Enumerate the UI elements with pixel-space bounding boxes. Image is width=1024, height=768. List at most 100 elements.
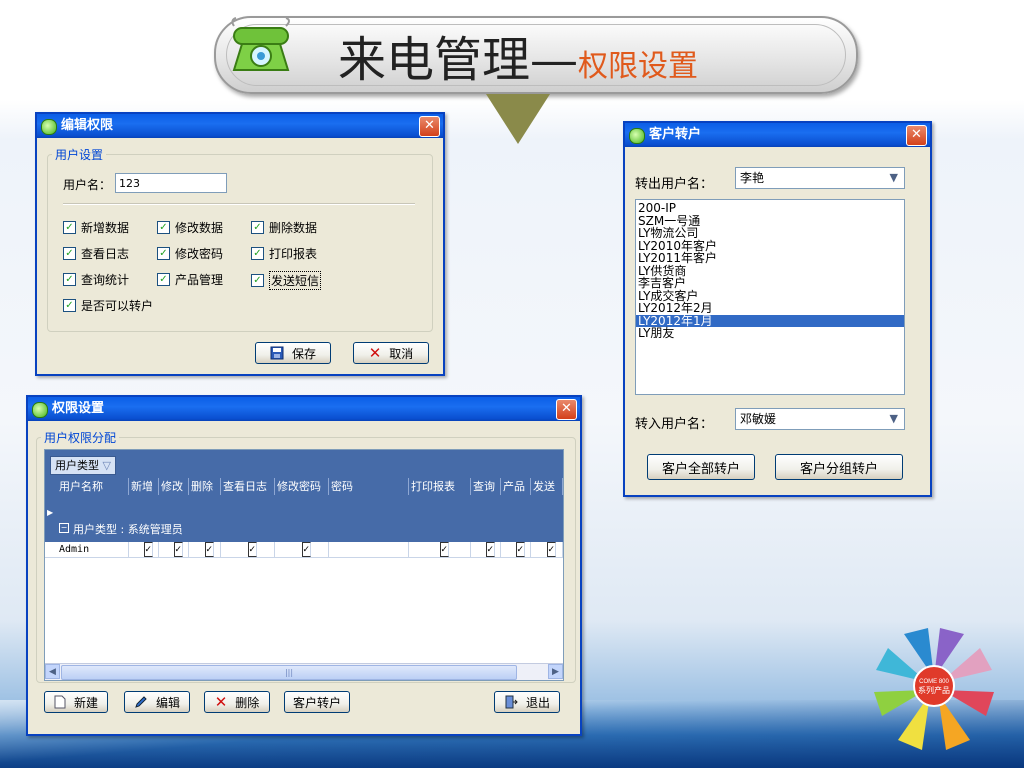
window-titlebar[interactable]: 客户转户 ✕: [625, 123, 930, 147]
new-button[interactable]: 新建: [44, 691, 108, 713]
to-user-select[interactable]: 邓敏媛 ▼: [735, 408, 905, 430]
list-item[interactable]: 200-IP: [636, 202, 904, 215]
window-titlebar[interactable]: 编辑权限 ✕: [37, 114, 443, 138]
close-button[interactable]: ✕: [556, 399, 577, 420]
checkbox-query-stats[interactable]: ✓ 查询统计: [63, 271, 129, 288]
come800-series-logo: COME 800 系列产品: [874, 628, 994, 750]
list-item[interactable]: LY2011年客户: [636, 252, 904, 265]
col-add[interactable]: 新增: [129, 478, 159, 495]
red-x-icon: ✕: [368, 344, 382, 362]
check-icon: ✓: [63, 221, 76, 234]
checkbox-print-report[interactable]: ✓ 打印报表: [251, 245, 317, 262]
group-label: 用户设置: [55, 148, 104, 162]
close-button[interactable]: ✕: [906, 125, 927, 146]
check-icon: ✓: [157, 247, 170, 260]
edit-button[interactable]: 编辑: [124, 691, 190, 713]
cell-query[interactable]: ✓: [471, 542, 501, 557]
username-input[interactable]: 123: [115, 173, 227, 193]
checkbox-change-password[interactable]: ✓ 修改密码: [157, 245, 223, 262]
cell-edit[interactable]: ✓: [159, 542, 189, 557]
from-user-select[interactable]: 李艳 ▼: [735, 167, 905, 189]
check-icon: ✓: [204, 542, 214, 557]
customer-transfer-button[interactable]: 客户转户: [284, 691, 350, 713]
new-file-icon: [54, 695, 66, 709]
col-product[interactable]: 产品: [501, 478, 531, 495]
collapse-icon[interactable]: −: [59, 523, 69, 533]
group-row-label: 用户类型 : 系统管理员: [73, 523, 183, 536]
pencil-icon: [135, 696, 147, 708]
cell-password: [329, 542, 409, 557]
group-label: 用户权限分配: [44, 431, 117, 445]
check-icon: ✓: [143, 542, 153, 557]
col-user-name[interactable]: 用户名称: [57, 478, 129, 495]
delete-button[interactable]: ✕ 删除: [204, 691, 270, 713]
checkbox-delete-data[interactable]: ✓ 删除数据: [251, 219, 317, 236]
window-title: 编辑权限: [61, 118, 114, 133]
check-icon: ✓: [251, 221, 264, 234]
exit-button[interactable]: 退出: [494, 691, 560, 713]
check-icon: ✓: [515, 542, 525, 557]
col-edit[interactable]: 修改: [159, 478, 189, 495]
col-password[interactable]: 密码: [329, 478, 409, 495]
checkbox-product-mgmt[interactable]: ✓ 产品管理: [157, 271, 223, 288]
filter-icon: ▽: [102, 459, 111, 472]
grid-header: 用户名称 新增 修改 删除 查看日志 修改密码 密码 打印报表 查询 产品 发送: [45, 478, 563, 495]
window-titlebar[interactable]: 权限设置 ✕: [28, 397, 580, 421]
check-icon: ✓: [247, 542, 257, 557]
cancel-button[interactable]: ✕ 取消: [353, 342, 429, 364]
list-item[interactable]: LY2012年1月: [636, 314, 904, 327]
username-label: 用户名：: [63, 178, 112, 192]
list-item[interactable]: LY2012年2月: [636, 302, 904, 315]
table-row[interactable]: Admin ✓ ✓ ✓ ✓ ✓ ✓ ✓ ✓ ✓: [45, 542, 563, 558]
col-delete[interactable]: 删除: [189, 478, 221, 495]
check-icon: ✓: [63, 273, 76, 286]
horizontal-scrollbar[interactable]: ◀ ||| ▶: [45, 663, 563, 680]
cell-user-name: Admin: [57, 542, 129, 557]
list-item[interactable]: LY物流公司: [636, 227, 904, 240]
check-icon: ✓: [546, 542, 556, 557]
checkbox-send-sms[interactable]: ✓ 发送短信: [251, 271, 322, 290]
col-print-report[interactable]: 打印报表: [409, 478, 471, 495]
edit-permission-window: 编辑权限 ✕ 用户设置 用户名： 123 ✓ 新增数据 ✓ 修改数据 ✓ 删除数据 ✓…: [35, 112, 445, 376]
group-by-user-type[interactable]: 用户类型 ▽: [50, 456, 116, 475]
chevron-down-icon: ▼: [889, 412, 898, 425]
cell-add[interactable]: ✓: [129, 542, 159, 557]
save-button[interactable]: 保存: [255, 342, 331, 364]
customer-group-list[interactable]: 200-IP SZM一号通 LY物流公司 LY2010年客户 LY2011年客户 LY供货…: [635, 199, 905, 395]
group-row[interactable]: ▶ − 用户类型 : 系统管理员: [45, 495, 563, 542]
scroll-right-icon[interactable]: ▶: [548, 664, 563, 679]
cell-send[interactable]: ✓: [531, 542, 563, 557]
close-button[interactable]: ✕: [419, 116, 440, 137]
cell-delete[interactable]: ✓: [189, 542, 221, 557]
transfer-all-button[interactable]: 客户全部转户: [647, 454, 755, 480]
floppy-icon: [270, 346, 284, 360]
col-change-password[interactable]: 修改密码: [275, 478, 329, 495]
scroll-left-icon[interactable]: ◀: [45, 664, 60, 679]
cell-change-password[interactable]: ✓: [275, 542, 329, 557]
cell-product[interactable]: ✓: [501, 542, 531, 557]
check-icon: ✓: [157, 221, 170, 234]
checkbox-edit-data[interactable]: ✓ 修改数据: [157, 219, 223, 236]
col-view-log[interactable]: 查看日志: [221, 478, 275, 495]
checkbox-view-log[interactable]: ✓ 查看日志: [63, 245, 129, 262]
checkbox-allow-transfer[interactable]: ✓ 是否可以转户: [63, 297, 153, 314]
checkbox-add-data[interactable]: ✓ 新增数据: [63, 219, 129, 236]
col-send[interactable]: 发送: [531, 478, 563, 495]
slide-subtitle: 权限设置: [578, 49, 699, 84]
app-icon: [32, 402, 48, 418]
scroll-thumb[interactable]: |||: [61, 665, 517, 680]
check-icon: ✓: [301, 542, 311, 557]
chevron-down-icon: ▼: [889, 171, 898, 184]
check-icon: ✓: [485, 542, 495, 557]
col-query[interactable]: 查询: [471, 478, 501, 495]
logo-line2: 系列产品: [918, 685, 950, 695]
list-item[interactable]: 李吉客户: [636, 277, 904, 290]
down-arrow-icon: [486, 94, 550, 144]
red-x-icon: ✕: [214, 693, 228, 711]
cell-view-log[interactable]: ✓: [221, 542, 275, 557]
transfer-group-button[interactable]: 客户分组转户: [775, 454, 903, 480]
cell-print-report[interactable]: ✓: [409, 542, 471, 557]
list-item[interactable]: LY朋友: [636, 327, 904, 340]
app-icon: [41, 119, 57, 135]
check-icon: ✓: [63, 247, 76, 260]
